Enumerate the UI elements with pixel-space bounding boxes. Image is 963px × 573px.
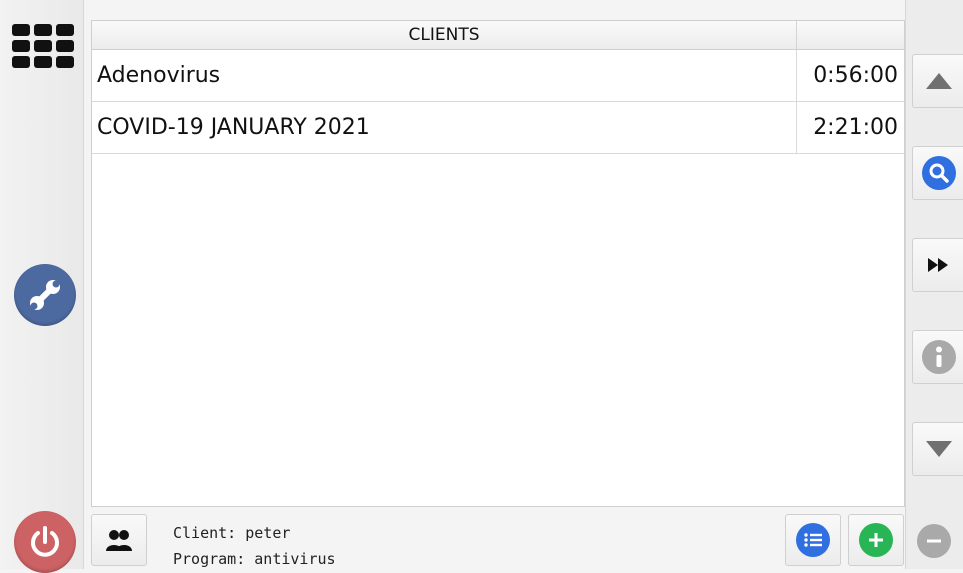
left-rail	[0, 0, 84, 573]
client-name-cell: Adenovirus	[92, 50, 797, 101]
triangle-down-icon	[926, 441, 952, 457]
table-row[interactable]: Adenovirus 0:56:00	[92, 50, 904, 102]
search-button[interactable]	[912, 146, 963, 200]
wrench-icon	[30, 280, 60, 310]
list-button[interactable]	[785, 514, 841, 566]
add-button[interactable]	[848, 514, 904, 566]
clients-column-header: CLIENTS	[92, 21, 797, 49]
table-row[interactable]: COVID-19 JANUARY 2021 2:21:00	[92, 102, 904, 154]
client-name-cell: COVID-19 JANUARY 2021	[92, 102, 797, 153]
program-status: Program: antivirus	[173, 550, 336, 568]
list-icon	[804, 533, 822, 547]
fast-forward-icon	[928, 258, 948, 272]
plus-icon	[869, 533, 883, 547]
tools-button[interactable]	[14, 264, 76, 326]
table-header: CLIENTS	[92, 21, 904, 50]
clients-table: CLIENTS Adenovirus 0:56:00 COVID-19 JANU…	[91, 20, 905, 507]
triangle-up-icon	[926, 73, 952, 89]
magnifier-icon	[929, 163, 949, 183]
time-column-header	[797, 21, 904, 49]
remove-button[interactable]	[913, 520, 955, 562]
right-rail	[905, 0, 963, 569]
fast-forward-button[interactable]	[912, 238, 963, 292]
info-button[interactable]	[912, 330, 963, 384]
client-time-cell: 0:56:00	[813, 63, 898, 88]
users-icon	[106, 530, 132, 551]
minus-icon	[927, 539, 941, 543]
bottom-bar: Client: peter Program: antivirus	[91, 508, 905, 569]
scroll-down-button[interactable]	[912, 422, 963, 476]
scroll-up-button[interactable]	[912, 54, 963, 108]
power-icon	[31, 526, 59, 557]
client-button[interactable]	[91, 514, 147, 566]
power-button[interactable]	[14, 511, 76, 573]
status-info: Client: peter Program: antivirus	[173, 520, 336, 572]
info-icon	[936, 346, 942, 367]
client-time-cell: 2:21:00	[813, 115, 898, 140]
apps-grid-icon[interactable]	[12, 24, 76, 72]
client-status: Client: peter	[173, 524, 291, 542]
